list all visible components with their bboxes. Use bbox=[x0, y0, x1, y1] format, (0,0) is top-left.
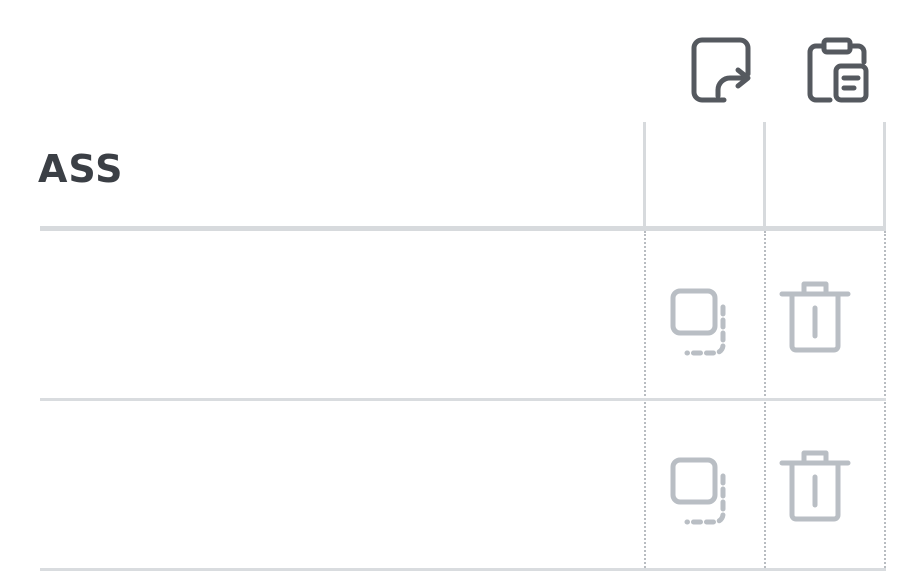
header-column-divider bbox=[643, 122, 646, 228]
duplicate-icon[interactable] bbox=[665, 283, 743, 361]
delete-icon[interactable] bbox=[776, 276, 854, 354]
header-column-divider bbox=[883, 122, 886, 228]
column-header-label: ASS bbox=[38, 147, 124, 191]
row-divider bbox=[40, 568, 886, 571]
duplicate-icon[interactable] bbox=[665, 452, 743, 530]
delete-icon[interactable] bbox=[776, 445, 854, 523]
header-bottom-border bbox=[40, 226, 886, 231]
header-column-divider bbox=[763, 122, 766, 228]
row-divider bbox=[40, 398, 886, 401]
clipboard-icon[interactable] bbox=[802, 34, 876, 108]
export-icon[interactable] bbox=[688, 34, 762, 108]
table-fragment: ASS bbox=[0, 0, 912, 580]
